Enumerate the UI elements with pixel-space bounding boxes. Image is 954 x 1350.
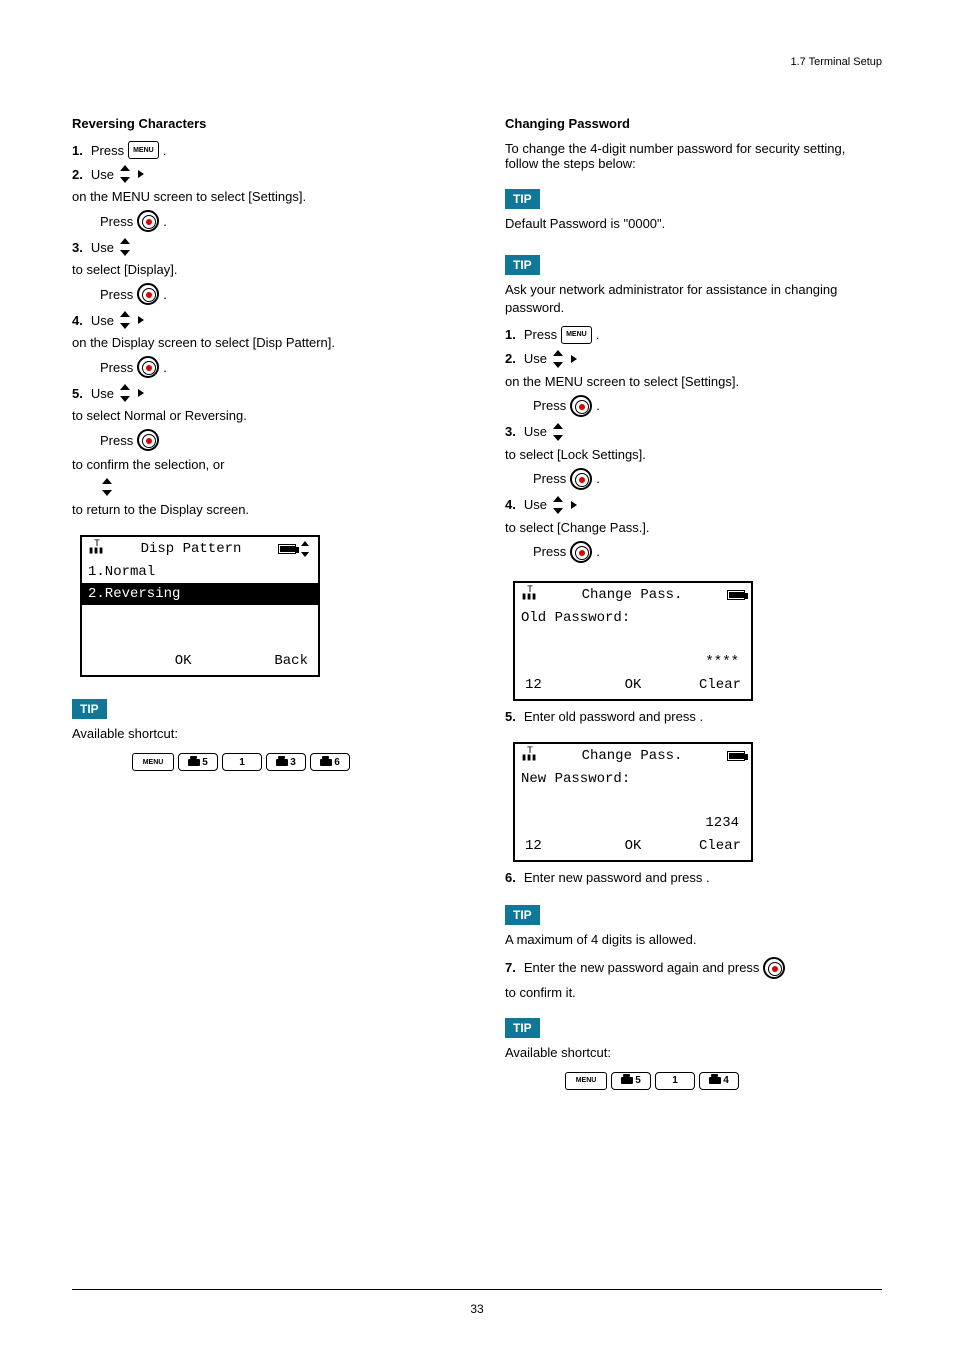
battery-icon (727, 590, 745, 600)
num-key: 5 (178, 753, 218, 771)
screen-title: Disp Pattern (104, 541, 278, 557)
page-number: 33 (0, 1302, 954, 1316)
left-title: Reversing Characters (72, 116, 449, 131)
password-value: 1234 (515, 812, 751, 834)
field-label: Old Password: (515, 607, 751, 629)
updown-icon (551, 350, 569, 368)
right-arrow-icon (571, 501, 577, 509)
signal-icon: T (88, 543, 104, 555)
change-pass-new-screen: T Change Pass. New Password: 1234 12 OK … (513, 742, 753, 862)
shortcut-keys: MENU 5 1 4 (565, 1072, 882, 1090)
num-key: 3 (266, 753, 306, 771)
step4r-text: to select [Change Pass.]. (505, 520, 882, 535)
step2-text: on the MENU screen to select [Settings]. (72, 189, 449, 204)
press-label: Press (100, 433, 133, 448)
softkey-mode[interactable]: 12 (525, 838, 597, 854)
target-icon (763, 957, 785, 979)
confirm-b: to return to the Display screen. (72, 502, 449, 517)
num-key: 1 (655, 1072, 695, 1090)
updown-icon (100, 478, 118, 496)
step3-text: to select [Display]. (72, 262, 449, 277)
step5r-text: Enter old password and press . (524, 709, 703, 724)
battery-icon (278, 544, 296, 554)
right-column: Changing Password To change the 4-digit … (505, 98, 882, 1090)
target-icon (570, 395, 592, 417)
softkey-ok[interactable]: OK (175, 653, 192, 669)
field-label: New Password: (515, 768, 751, 790)
updown-icon (118, 165, 136, 183)
softkey-back[interactable]: Back (274, 653, 308, 669)
list-item[interactable]: 1.Normal (82, 561, 318, 583)
press-label: Press (533, 398, 566, 413)
updown-icon (118, 311, 136, 329)
num-key: 1 (222, 753, 262, 771)
step6r-text: Enter new password and press . (524, 870, 710, 885)
press-label: Press (100, 214, 133, 229)
right-arrow-icon (138, 316, 144, 324)
footer-rule (72, 1289, 882, 1290)
target-icon (137, 429, 159, 451)
confirm-a: to confirm the selection, or (72, 457, 449, 472)
target-icon (570, 468, 592, 490)
updown-icon (551, 423, 569, 441)
num-key: 5 (611, 1072, 651, 1090)
password-mask: **** (515, 651, 751, 673)
left-column: Reversing Characters 1. Press MENU. 2. U… (72, 98, 449, 1090)
num-key: 4 (699, 1072, 739, 1090)
softkey-clear[interactable]: Clear (669, 838, 741, 854)
tip-badge: TIP (72, 699, 107, 719)
press-label: Press (100, 287, 133, 302)
updown-icon (551, 496, 569, 514)
tip-text: A maximum of 4 digits is allowed. (505, 931, 882, 949)
battery-icon (727, 751, 745, 761)
right-arrow-icon (571, 355, 577, 363)
updown-icon (118, 238, 136, 256)
right-arrow-icon (138, 170, 144, 178)
list-item-selected[interactable]: 2.Reversing (82, 583, 318, 605)
scroll-icon (300, 541, 312, 557)
step3r-text: to select [Lock Settings]. (505, 447, 882, 462)
tip-badge: TIP (505, 1018, 540, 1038)
step7a-text: Enter the new password again and press (524, 960, 760, 975)
tip-text: Ask your network administrator for assis… (505, 281, 882, 317)
tip-badge: TIP (505, 255, 540, 275)
press-label: Press (100, 360, 133, 375)
step7b-text: to confirm it. (505, 985, 882, 1000)
press-label: Press (533, 544, 566, 559)
target-icon (137, 210, 159, 232)
softkey-ok[interactable]: OK (597, 838, 669, 854)
target-icon (137, 283, 159, 305)
tip-text: Available shortcut: (72, 725, 449, 743)
menu-key-icon: MENU (565, 1072, 607, 1090)
signal-icon: T (521, 589, 537, 601)
softkey-mode[interactable]: 12 (525, 677, 597, 693)
tip-text: Available shortcut: (505, 1044, 882, 1062)
target-icon (137, 356, 159, 378)
target-icon (570, 541, 592, 563)
screen-title: Change Pass. (537, 587, 727, 603)
press-label: Press (533, 471, 566, 486)
softkey-clear[interactable]: Clear (669, 677, 741, 693)
change-pass-old-screen: T Change Pass. Old Password: **** 12 OK … (513, 581, 753, 701)
page-header: 1.7 Terminal Setup (72, 56, 882, 68)
shortcut-keys: MENU 5 1 3 6 (132, 753, 449, 771)
tip-text: Default Password is "0000". (505, 215, 882, 233)
updown-icon (118, 384, 136, 402)
tip-badge: TIP (505, 189, 540, 209)
step4-text: on the Display screen to select [Disp Pa… (72, 335, 449, 350)
menu-key-icon: MENU (128, 141, 159, 159)
right-arrow-icon (138, 389, 144, 397)
signal-icon: T (521, 750, 537, 762)
tip-badge: TIP (505, 905, 540, 925)
disp-pattern-screen: T Disp Pattern 1.Normal 2.Reversing OK B… (80, 535, 320, 677)
softkey-ok[interactable]: OK (597, 677, 669, 693)
screen-title: Change Pass. (537, 748, 727, 764)
num-key: 6 (310, 753, 350, 771)
step5-text: to select Normal or Reversing. (72, 408, 449, 423)
intro-text: To change the 4-digit number password fo… (505, 141, 882, 171)
step2r-text: on the MENU screen to select [Settings]. (505, 374, 882, 389)
menu-key-icon: MENU (561, 326, 592, 344)
right-title: Changing Password (505, 116, 882, 131)
menu-key-icon: MENU (132, 753, 174, 771)
